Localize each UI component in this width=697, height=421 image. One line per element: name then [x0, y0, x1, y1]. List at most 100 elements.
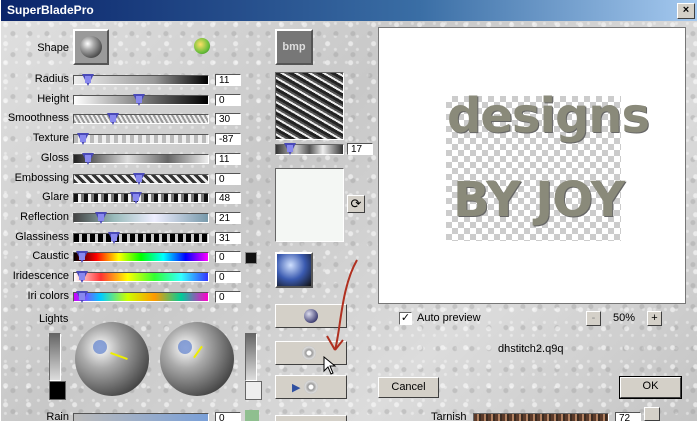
slider-track[interactable]	[73, 231, 209, 244]
slider-thumb-icon[interactable]	[95, 211, 107, 224]
texture-preview-thumbnail[interactable]	[275, 72, 344, 140]
slider-label: Iri colors	[27, 289, 69, 302]
zoom-value: 50%	[613, 312, 636, 324]
slider-value[interactable]: 31	[215, 231, 241, 244]
slider-track[interactable]	[73, 113, 209, 126]
light-left-color-swatch[interactable]	[49, 381, 66, 400]
slider-value[interactable]: 0	[215, 172, 241, 185]
slider-thumb-icon[interactable]	[107, 113, 119, 126]
light-direction-handle[interactable]	[110, 351, 128, 361]
light-left-intensity-slider[interactable]	[49, 333, 61, 381]
window-title: SuperBladePro	[7, 3, 94, 17]
play-preset-button[interactable]: ▶	[275, 375, 347, 399]
zoom-out-button[interactable]: -	[586, 311, 601, 326]
slider-label: Height	[37, 92, 69, 105]
slider-track[interactable]	[73, 93, 209, 106]
bmp-texture-button[interactable]: bmp	[275, 29, 313, 65]
random-shape-icon[interactable]	[194, 38, 210, 54]
rain-slider[interactable]	[73, 413, 209, 421]
slider-thumb-icon[interactable]	[133, 93, 145, 106]
light-right-intensity-slider[interactable]	[245, 333, 257, 381]
slider-thumb-icon[interactable]	[130, 192, 142, 205]
slider-track[interactable]	[73, 74, 209, 86]
slider-value[interactable]: 11	[215, 74, 241, 86]
sphere-icon	[304, 309, 318, 323]
slider-track[interactable]	[73, 172, 209, 185]
slider-value[interactable]: 0	[215, 271, 241, 283]
slider-label: Glare	[42, 191, 69, 204]
slider-thumb-icon[interactable]	[76, 290, 88, 303]
texture-scale-slider[interactable]	[275, 143, 344, 155]
zoom-in-button[interactable]: +	[647, 311, 662, 326]
light-right-color-swatch[interactable]	[245, 381, 262, 400]
rain-color-swatch[interactable]	[245, 410, 259, 421]
shape-selector-button[interactable]	[73, 29, 109, 65]
slider-label: Caustic	[32, 250, 69, 263]
reflection-map-button[interactable]	[275, 252, 313, 288]
slider-track[interactable]	[73, 133, 209, 146]
light-highlight-icon	[93, 340, 107, 354]
slider-thumb-icon[interactable]	[108, 231, 120, 244]
rain-label: Rain	[46, 411, 69, 421]
caustic-color-swatch[interactable]	[245, 252, 257, 264]
environment-map-swatch[interactable]	[275, 168, 344, 242]
preview-text-line2: BY JOY	[453, 172, 625, 228]
tarnish-label: Tarnish	[431, 411, 467, 421]
slider-thumb-icon[interactable]	[82, 74, 94, 86]
superbladepro-dialog: SuperBladePro × Shape Lights Rain 0 bmp …	[0, 0, 697, 421]
slider-value[interactable]: 30	[215, 113, 241, 126]
slider-thumb-icon[interactable]	[76, 271, 88, 283]
tarnish-color-swatch[interactable]	[644, 407, 660, 421]
slider-label: Embossing	[14, 171, 69, 184]
preset-filename: dhstitch2.q9q	[498, 343, 564, 355]
slider-track[interactable]	[73, 192, 209, 205]
cancel-button[interactable]: Cancel	[378, 377, 439, 398]
disc-icon	[304, 380, 318, 394]
ok-button[interactable]: OK	[619, 376, 682, 399]
slider-thumb-icon[interactable]	[133, 172, 145, 185]
slider-value[interactable]: -87	[215, 133, 241, 146]
preview-text-line1: designs	[447, 88, 650, 144]
texture-scale-value[interactable]: 17	[347, 143, 373, 155]
slider-track[interactable]	[73, 152, 209, 165]
auto-preview-label[interactable]: Auto preview	[417, 312, 481, 324]
light-highlight-icon	[178, 340, 192, 354]
slider-value[interactable]: 0	[215, 251, 241, 264]
title-bar: SuperBladePro ×	[1, 0, 697, 21]
auto-preview-checkbox[interactable]: ✓	[399, 312, 412, 325]
slider-label: Gloss	[40, 151, 69, 164]
slider-label: Texture	[32, 132, 69, 145]
slider-label: Radius	[34, 73, 69, 85]
sphere-icon	[80, 36, 102, 58]
slider-value[interactable]: 0	[215, 93, 241, 106]
slider-value[interactable]: 11	[215, 152, 241, 165]
slider-thumb-icon[interactable]	[82, 152, 94, 165]
slider-label: Reflection	[20, 210, 69, 223]
slider-thumb-icon[interactable]	[284, 143, 296, 155]
disc-icon	[302, 346, 316, 360]
shape-label: Shape	[37, 42, 69, 54]
extra-preset-button[interactable]	[275, 415, 347, 421]
slider-value[interactable]: 0	[215, 290, 241, 303]
slider-value[interactable]: 48	[215, 192, 241, 205]
slider-value[interactable]: 21	[215, 211, 241, 224]
slider-label: Glassiness	[15, 230, 69, 243]
slider-thumb-icon[interactable]	[77, 133, 89, 146]
refresh-icon[interactable]: ⟳	[347, 195, 365, 213]
slider-track[interactable]	[73, 271, 209, 283]
light-left-ball[interactable]	[75, 322, 149, 396]
slider-thumb-icon[interactable]	[76, 251, 88, 264]
mouse-cursor-icon	[323, 356, 337, 375]
light-right-ball[interactable]	[160, 322, 234, 396]
slider-label: Iridescence	[12, 270, 69, 282]
slider-track[interactable]	[73, 211, 209, 224]
rain-value[interactable]: 0	[215, 412, 241, 421]
tarnish-value[interactable]: 72	[615, 412, 641, 421]
play-icon: ▶	[292, 382, 301, 394]
tarnish-slider[interactable]	[473, 413, 609, 421]
light-direction-handle[interactable]	[193, 345, 203, 359]
slider-track[interactable]	[73, 251, 209, 264]
slider-track[interactable]	[73, 290, 209, 303]
lights-label: Lights	[39, 313, 69, 325]
close-button[interactable]: ×	[677, 3, 695, 19]
